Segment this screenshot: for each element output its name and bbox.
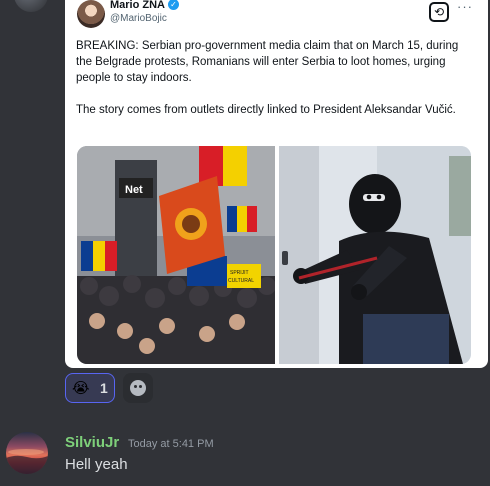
- message-text: Hell yeah: [65, 456, 128, 473]
- add-reaction-button[interactable]: [123, 373, 153, 403]
- previous-message-avatar[interactable]: [14, 0, 48, 12]
- more-options-icon[interactable]: ···: [457, 0, 473, 14]
- verified-badge-icon: ✓: [168, 0, 179, 10]
- embed-text: BREAKING: Serbian pro-government media c…: [76, 38, 476, 118]
- media-placard-text-2: CULTURAL: [228, 278, 254, 284]
- embed-author-avatar[interactable]: [77, 0, 105, 28]
- crying-face-icon: 😭: [72, 380, 90, 397]
- media-illustration: Net SPRIJIT CULTURAL: [77, 146, 471, 364]
- embed-author-handle[interactable]: @MarioBojic: [110, 13, 167, 24]
- message-username[interactable]: SilviuJr: [65, 434, 119, 451]
- embed-media-image[interactable]: Net SPRIJIT CULTURAL: [77, 146, 471, 364]
- embed-card[interactable]: Mario ZNA ✓ @MarioBojic ⟲ ··· BREAKING: S…: [65, 0, 488, 368]
- add-reaction-icon: [130, 380, 146, 396]
- embed-author-name[interactable]: Mario ZNA ✓: [110, 0, 179, 11]
- message-timestamp[interactable]: Today at 5:41 PM: [128, 438, 214, 450]
- reaction-count: 1: [100, 380, 108, 396]
- sunset-avatar-image: [6, 449, 48, 474]
- embed-paragraph-1: BREAKING: Serbian pro-government media c…: [76, 40, 459, 84]
- reaction-crying[interactable]: 😭 1: [65, 373, 115, 403]
- avatar[interactable]: [6, 432, 48, 474]
- embed-author-name-text: Mario ZNA: [110, 0, 165, 11]
- media-placard-text: SPRIJIT: [230, 270, 249, 276]
- media-sign-text: Net: [125, 184, 143, 196]
- open-link-icon[interactable]: ⟲: [429, 2, 449, 22]
- embed-paragraph-2: The story comes from outlets directly li…: [76, 104, 456, 116]
